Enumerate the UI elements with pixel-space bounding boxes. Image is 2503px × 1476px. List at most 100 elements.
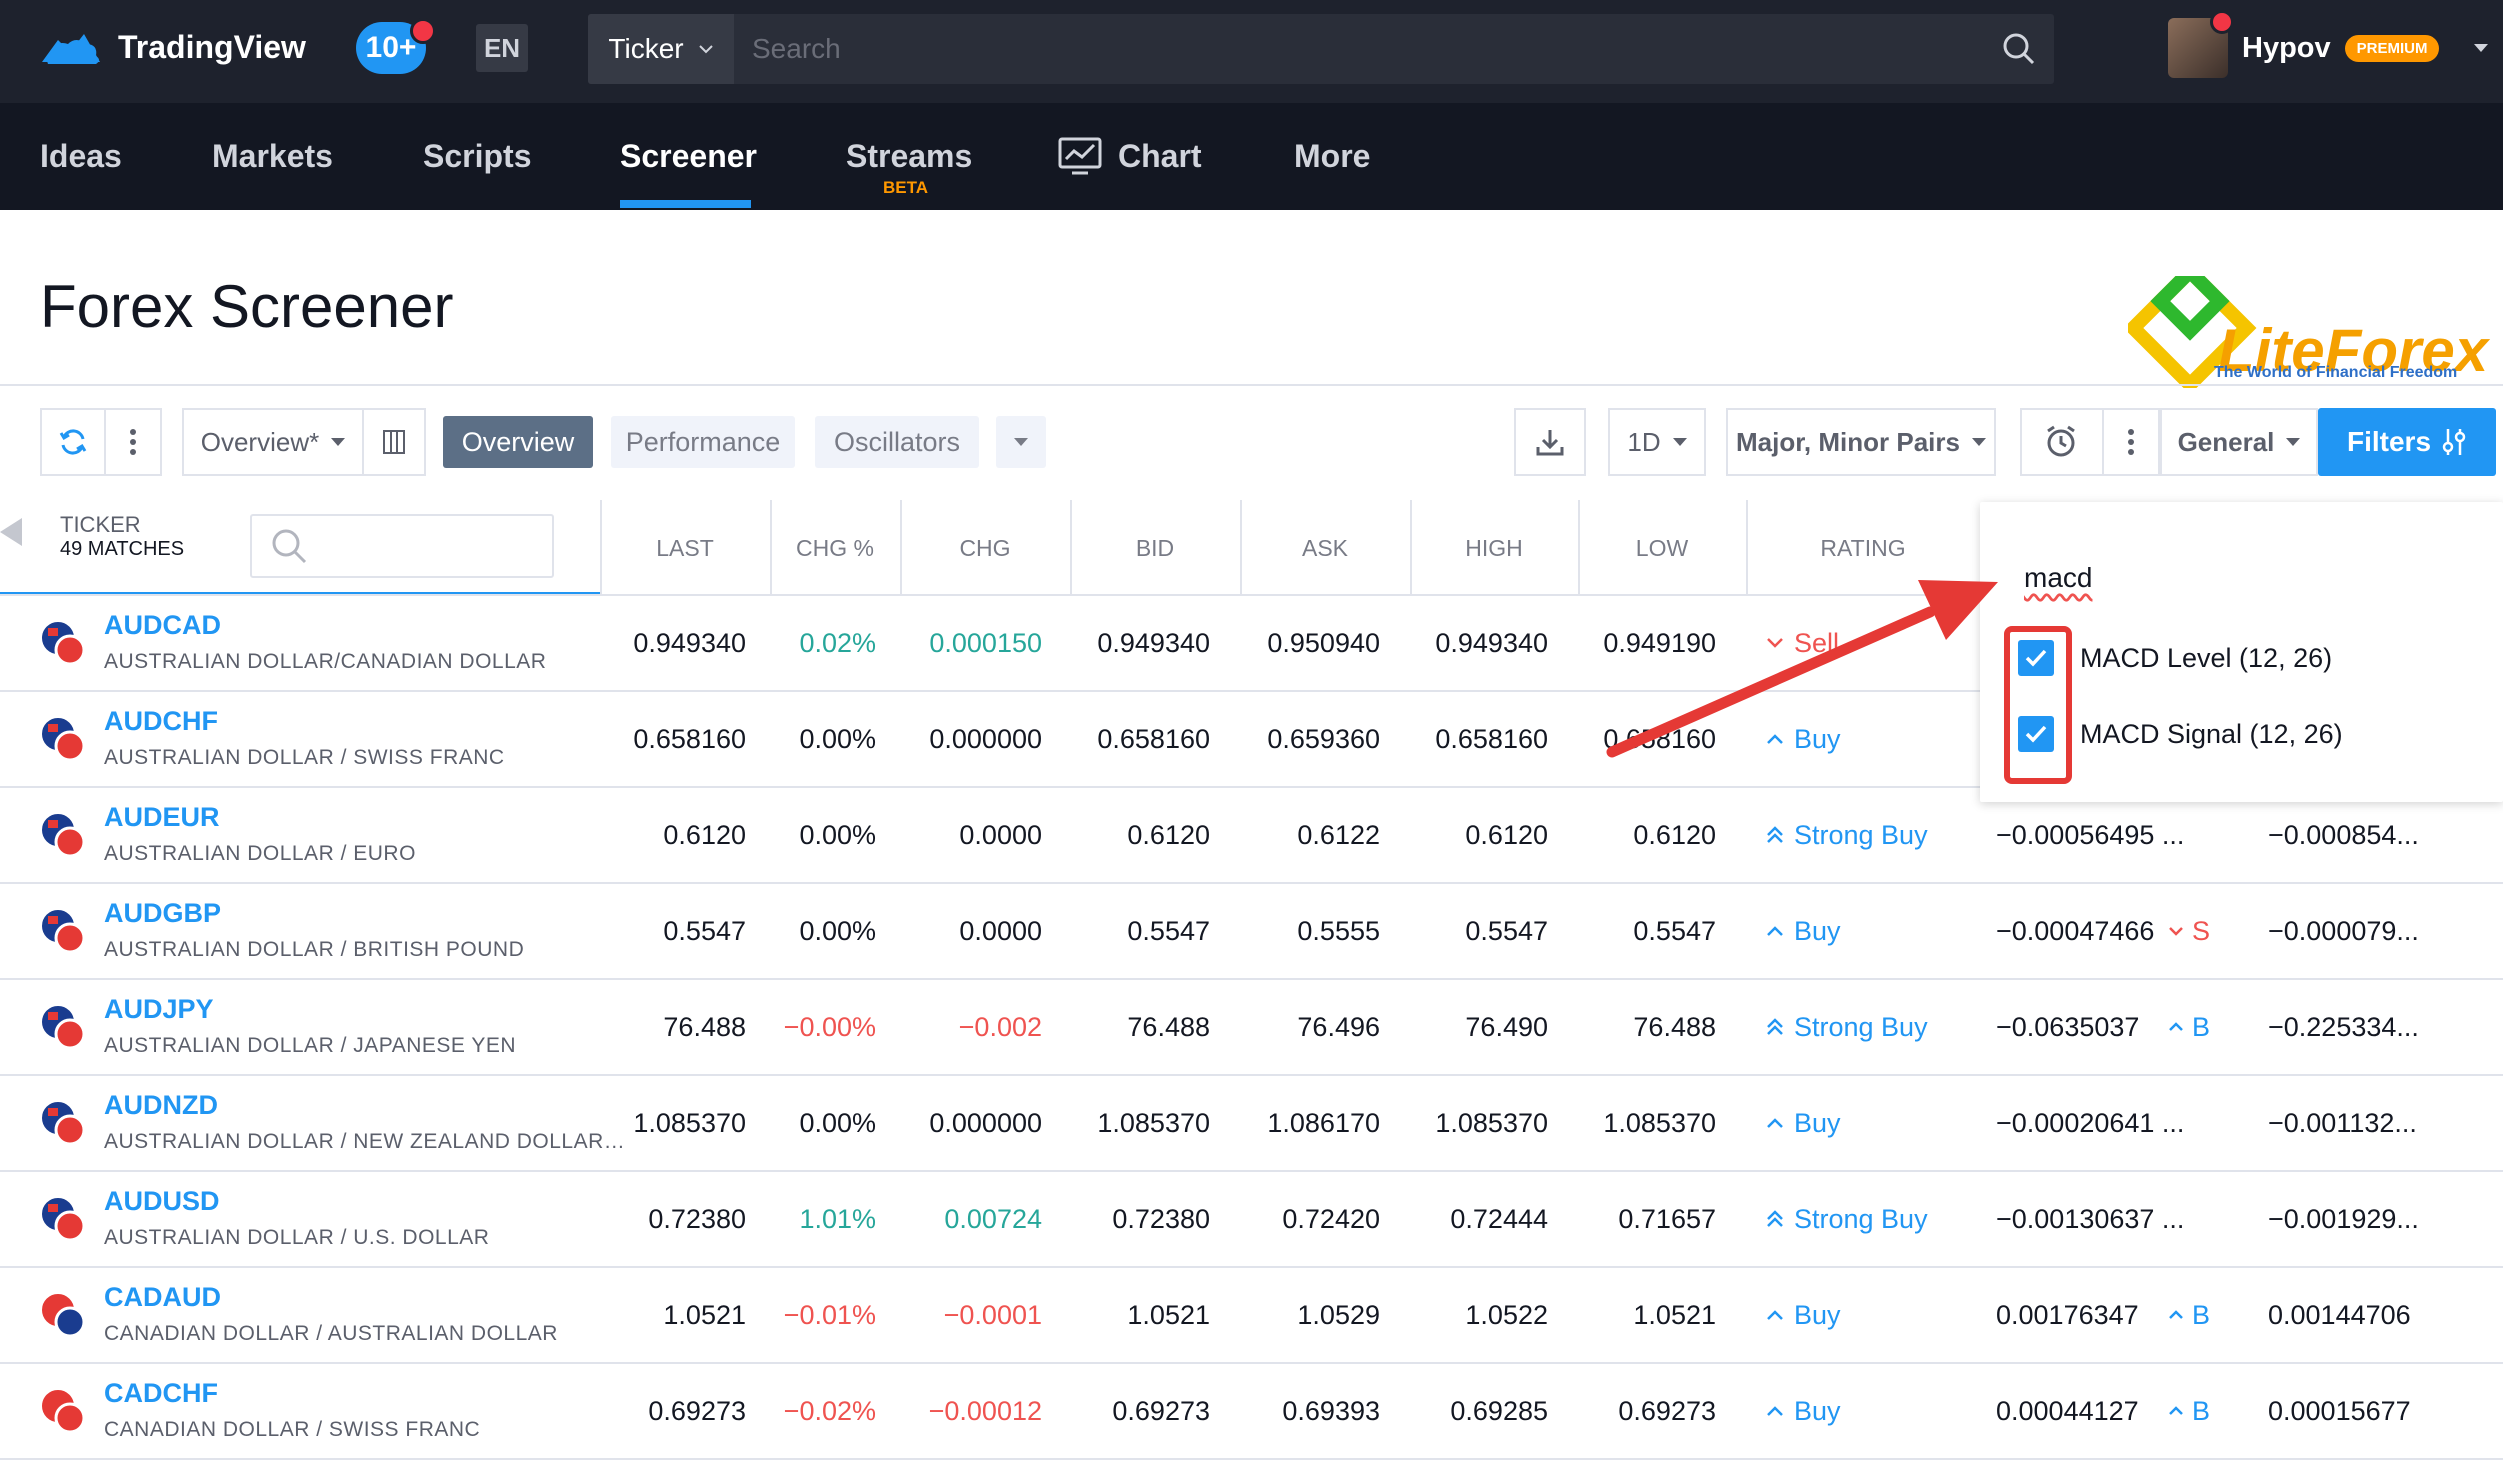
chevron-up-icon bbox=[2169, 1310, 2183, 1319]
ticker-symbol[interactable]: AUDEUR bbox=[104, 802, 220, 833]
low-price: 0.658160 bbox=[1603, 723, 1716, 754]
interval-select[interactable]: 1D bbox=[1608, 408, 1706, 476]
last-price: 1.0521 bbox=[663, 1299, 746, 1330]
column-filter-query[interactable]: macd bbox=[2024, 562, 2092, 594]
rating-cell: Buy bbox=[1766, 1268, 1841, 1362]
tradingview-logo[interactable]: TradingView bbox=[38, 26, 306, 68]
column-header-last[interactable]: LAST bbox=[600, 500, 770, 596]
ticker-description: AUSTRALIAN DOLLAR/CANADIAN DOLLAR bbox=[104, 650, 547, 673]
user-menu[interactable]: Hypov PREMIUM bbox=[2168, 10, 2489, 78]
view-select[interactable]: Overview* bbox=[182, 408, 364, 476]
column-header-chg[interactable]: CHG bbox=[900, 500, 1070, 596]
low-price: 0.5547 bbox=[1633, 915, 1716, 946]
filters-button[interactable]: Filters bbox=[2318, 408, 2496, 476]
ticker-symbol[interactable]: AUDJPY bbox=[104, 994, 214, 1025]
export-button[interactable] bbox=[1514, 408, 1586, 476]
ticker-filter-input[interactable] bbox=[250, 514, 554, 578]
table-row[interactable]: CADCHF CANADIAN DOLLAR / SWISS FRANC 0.692… bbox=[0, 1364, 2503, 1460]
last-price: 0.949340 bbox=[633, 627, 746, 658]
macd-signal-value: 0.00144706 bbox=[2268, 1299, 2411, 1330]
tab-overview[interactable]: Overview bbox=[443, 416, 593, 468]
columns-button[interactable] bbox=[362, 408, 426, 476]
table-row[interactable]: AUDJPY AUSTRALIAN DOLLAR / JAPANESE YEN 76… bbox=[0, 980, 2503, 1076]
column-header-bid[interactable]: BID bbox=[1070, 500, 1240, 596]
macd-level-value: −0.00020641 ... bbox=[1996, 1107, 2185, 1138]
filters-label: Filters bbox=[2346, 426, 2432, 457]
group-select-label: General bbox=[2177, 426, 2275, 457]
bid-price: 0.658160 bbox=[1097, 723, 1210, 754]
column-header-ask[interactable]: ASK bbox=[1240, 500, 1410, 596]
search-icon bbox=[272, 529, 307, 564]
macd-signal-value: 0.00015677 bbox=[2268, 1395, 2411, 1426]
chevron-up-icon bbox=[2169, 1406, 2183, 1415]
column-header-low[interactable]: LOW bbox=[1578, 500, 1746, 596]
macd-rating-cell: B bbox=[2168, 980, 2210, 1074]
view-select-label: Overview* bbox=[200, 426, 320, 457]
low-price: 0.949190 bbox=[1603, 627, 1716, 658]
ticker-symbol[interactable]: AUDCAD bbox=[104, 610, 221, 641]
ticker-symbol[interactable]: AUDCHF bbox=[104, 706, 218, 737]
ticker-symbol[interactable]: CADCHF bbox=[104, 1378, 218, 1409]
nav-screener[interactable]: Screener bbox=[620, 103, 757, 210]
ticker-symbol[interactable]: AUDUSD bbox=[104, 1186, 220, 1217]
change-percent: −0.01% bbox=[783, 1299, 876, 1330]
change-value: −0.002 bbox=[958, 1011, 1042, 1042]
alarm-clock-icon bbox=[2047, 425, 2075, 457]
language-button[interactable]: EN bbox=[476, 24, 528, 72]
tab-oscillators[interactable]: Oscillators bbox=[815, 416, 979, 468]
chevron-up-icon bbox=[1767, 1118, 1783, 1128]
column-header-high[interactable]: HIGH bbox=[1410, 500, 1578, 596]
column-header-chg-pct[interactable]: CHG % bbox=[770, 500, 900, 596]
nav-ideas[interactable]: Ideas bbox=[40, 103, 122, 210]
high-price: 0.72444 bbox=[1450, 1203, 1548, 1234]
change-percent: 0.00% bbox=[799, 819, 876, 850]
ticker-dropdown[interactable]: Ticker bbox=[588, 14, 734, 84]
ticker-symbol[interactable]: AUDGBP bbox=[104, 898, 221, 929]
macd-rating-label: B bbox=[2192, 1011, 2211, 1042]
table-row[interactable]: AUDEUR AUSTRALIAN DOLLAR / EURO 0.6120 0.00… bbox=[0, 788, 2503, 884]
avatar[interactable] bbox=[2168, 10, 2234, 78]
macd-rating-cell: B bbox=[2168, 1268, 2210, 1362]
more-tabs-button[interactable] bbox=[996, 416, 1046, 468]
rating-cell: Buy bbox=[1766, 692, 1841, 786]
table-row[interactable]: CADAUD CANADIAN DOLLAR / AUSTRALIAN DOLLA… bbox=[0, 1268, 2503, 1364]
last-price: 0.72380 bbox=[648, 1203, 746, 1234]
search-icon[interactable] bbox=[1984, 32, 2054, 66]
change-value: 0.0000 bbox=[959, 915, 1042, 946]
expand-sidebar-icon[interactable] bbox=[0, 518, 22, 546]
ticker-symbol[interactable]: AUDNZD bbox=[104, 1090, 218, 1121]
macd-level-value: −0.00047466 bbox=[1996, 915, 2155, 946]
nav-scripts[interactable]: Scripts bbox=[423, 103, 531, 210]
nav-markets[interactable]: Markets bbox=[212, 103, 333, 210]
table-row[interactable]: AUDGBP AUSTRALIAN DOLLAR / BRITISH POUND 0… bbox=[0, 884, 2503, 980]
chevron-up-icon bbox=[1767, 926, 1783, 936]
column-header-rating[interactable]: RATING bbox=[1746, 500, 1980, 596]
nav-chart[interactable]: Chart bbox=[1058, 103, 1202, 210]
pairs-select[interactable]: Major, Minor Pairs bbox=[1726, 408, 1996, 476]
more-options-button[interactable] bbox=[104, 408, 162, 476]
change-percent: 0.00% bbox=[799, 723, 876, 754]
alert-options-button[interactable] bbox=[2102, 408, 2160, 476]
table-row[interactable]: AUDUSD AUSTRALIAN DOLLAR / U.S. DOLLAR 0.7… bbox=[0, 1172, 2503, 1268]
chevron-down-icon[interactable] bbox=[2473, 43, 2489, 53]
ticker-column-header[interactable]: TICKER bbox=[60, 512, 141, 538]
currency-flags-icon bbox=[40, 1100, 86, 1146]
rating-cell: Sell bbox=[1766, 596, 1839, 690]
low-price: 1.0521 bbox=[1633, 1299, 1716, 1330]
refresh-button[interactable] bbox=[40, 408, 106, 476]
table-row[interactable]: AUDNZD AUSTRALIAN DOLLAR / NEW ZEALAND DO… bbox=[0, 1076, 2503, 1172]
ticker-description: CANADIAN DOLLAR / AUSTRALIAN DOLLAR bbox=[104, 1322, 558, 1345]
search-input[interactable] bbox=[734, 13, 1984, 85]
change-value: −0.0001 bbox=[943, 1299, 1042, 1330]
alert-button[interactable] bbox=[2020, 408, 2104, 476]
group-select[interactable]: General bbox=[2160, 408, 2318, 476]
nav-more[interactable]: More bbox=[1294, 103, 1370, 210]
rating-cell: Buy bbox=[1766, 1364, 1841, 1458]
last-price: 0.6120 bbox=[663, 819, 746, 850]
ticker-dropdown-label: Ticker bbox=[608, 33, 684, 64]
interval-select-label: 1D bbox=[1627, 426, 1661, 457]
macd-level-value: −0.00056495 ... bbox=[1996, 819, 2185, 850]
tab-performance[interactable]: Performance bbox=[611, 416, 795, 468]
chevron-down-icon bbox=[1767, 638, 1783, 648]
ticker-symbol[interactable]: CADAUD bbox=[104, 1282, 221, 1313]
